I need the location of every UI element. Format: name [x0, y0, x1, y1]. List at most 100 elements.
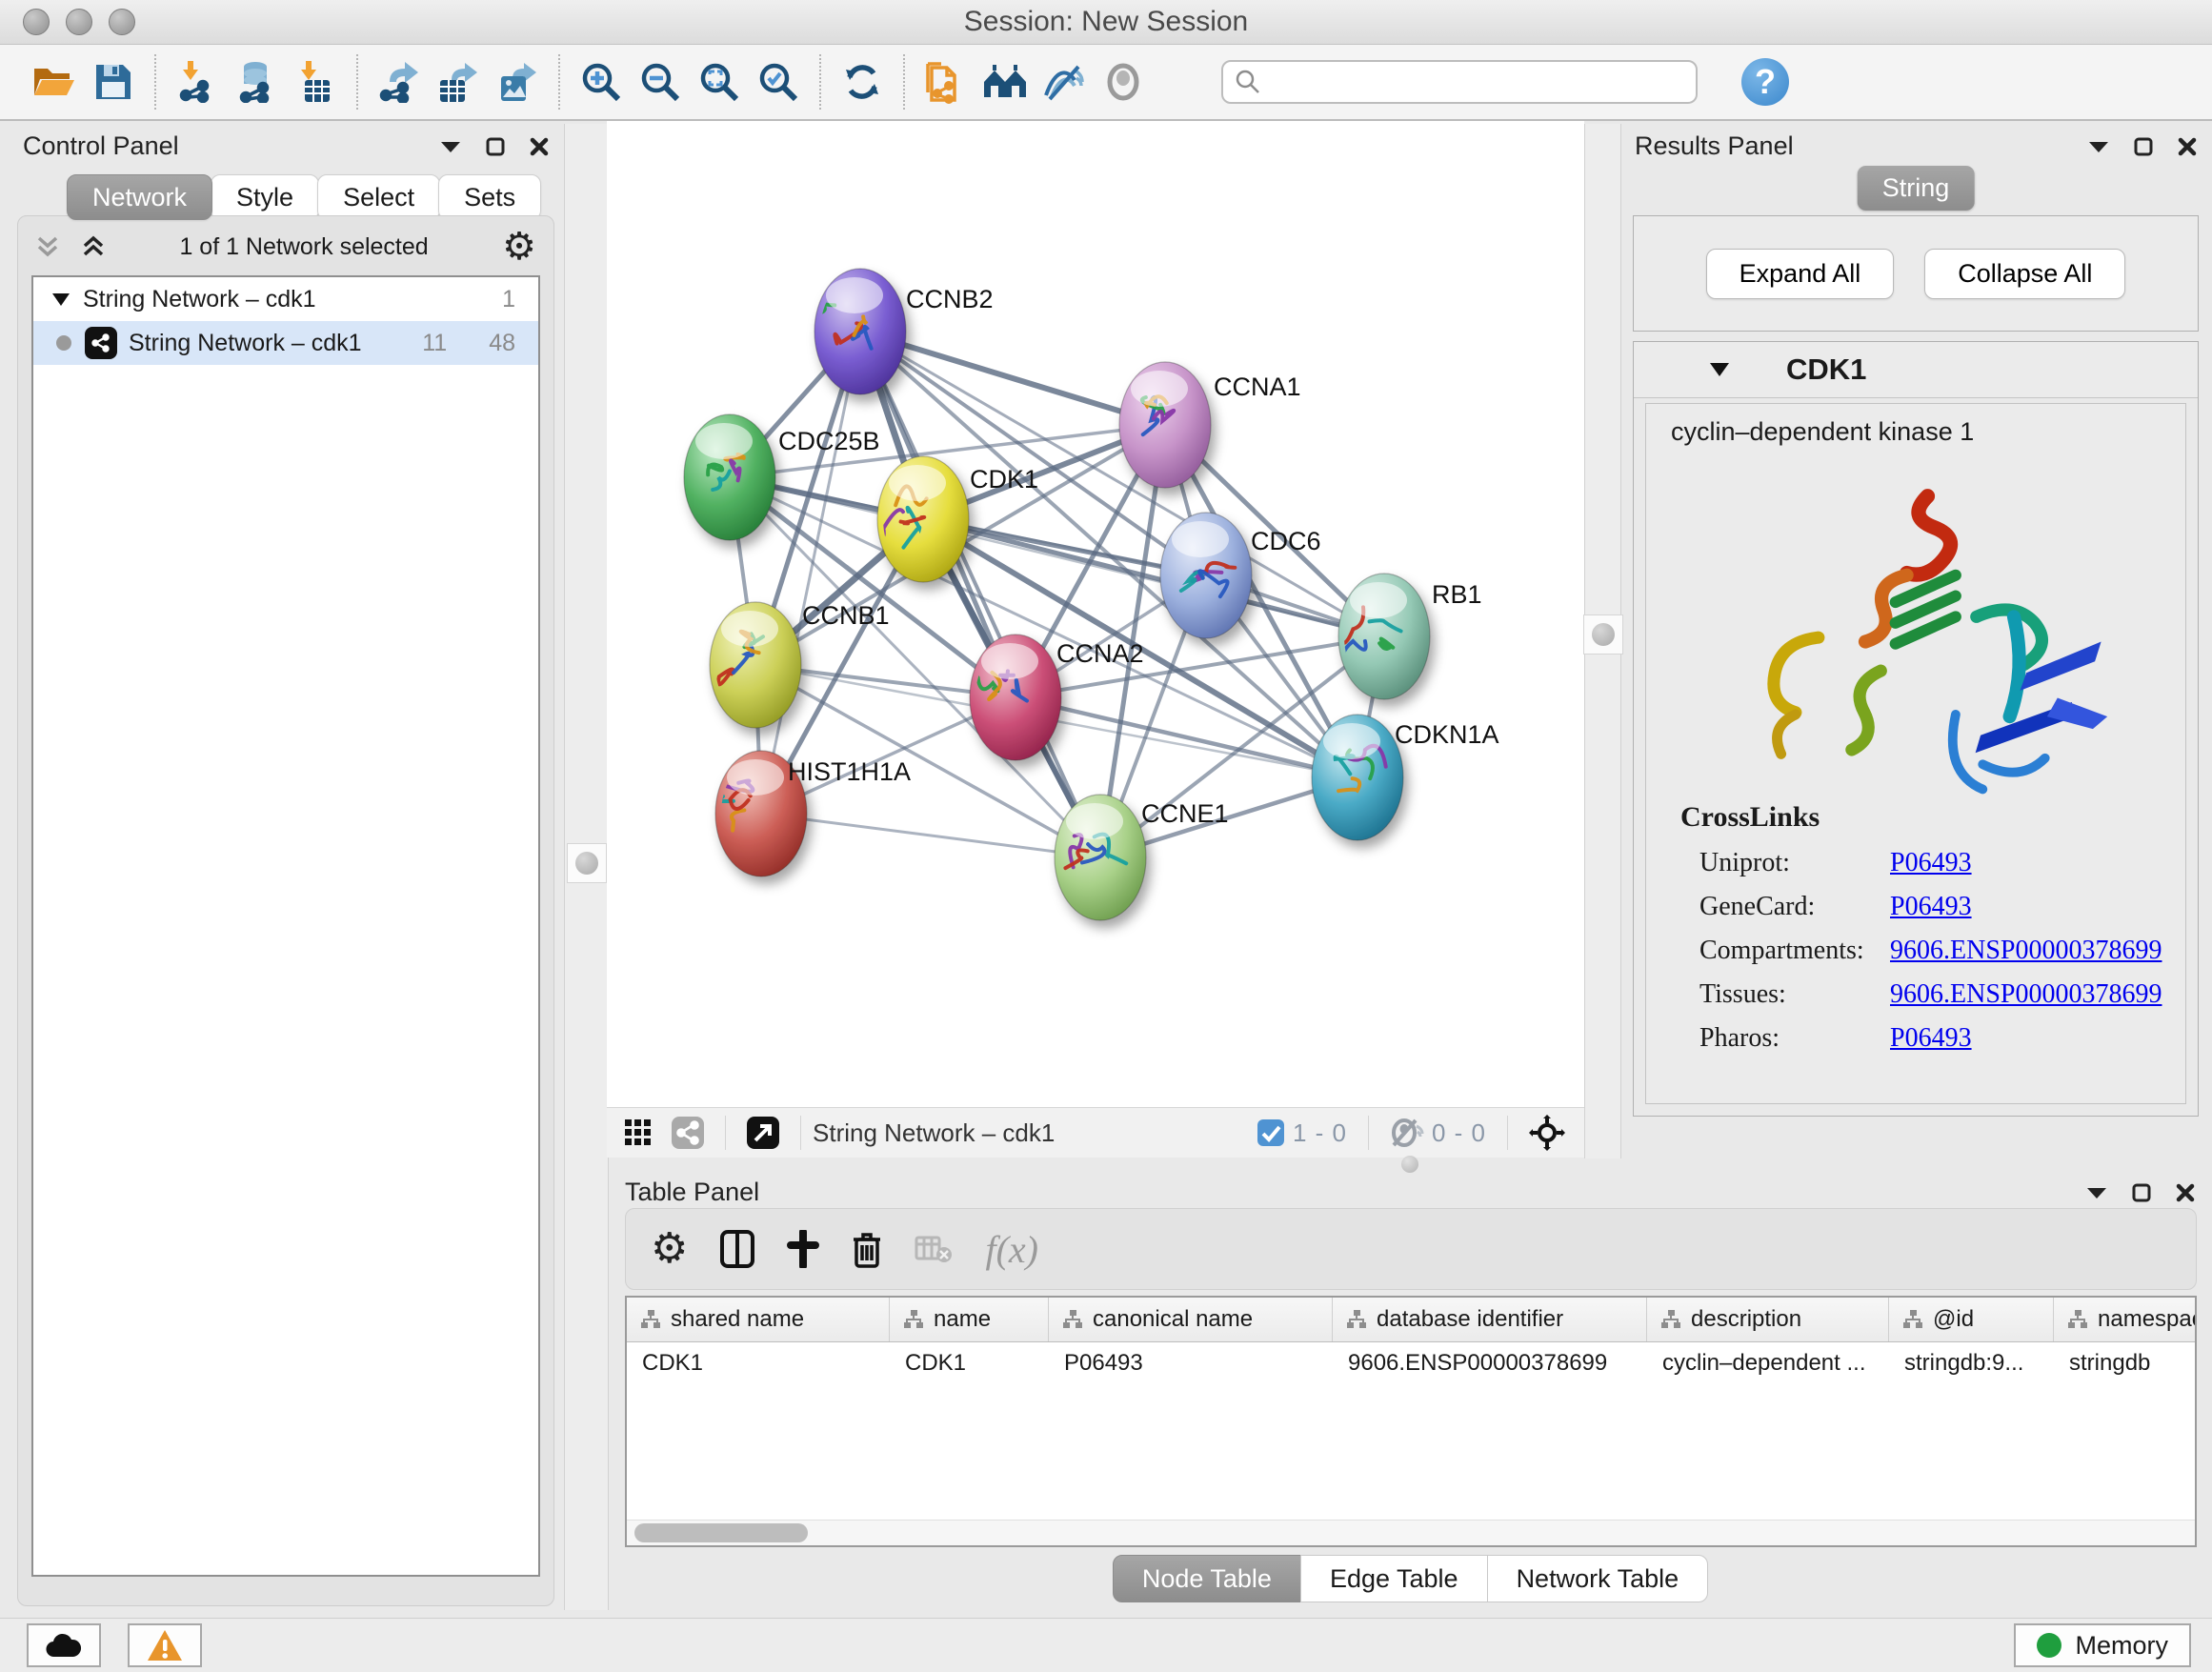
import-network-button[interactable]	[168, 51, 227, 112]
collapse-all-icon[interactable]	[35, 234, 60, 259]
table-splitter[interactable]	[607, 1158, 2212, 1170]
crosslink-link-pharos[interactable]: P06493	[1890, 1023, 1972, 1054]
right-splitter[interactable]	[1584, 124, 1621, 1158]
crosslink-link-uniprot[interactable]: P06493	[1890, 848, 1972, 878]
column-header-4[interactable]: description	[1647, 1298, 1889, 1341]
left-splitter[interactable]	[564, 124, 609, 1610]
node-table[interactable]: shared namenamecanonical namedatabase id…	[625, 1296, 2197, 1547]
import-table-button[interactable]	[286, 51, 345, 112]
panel-close-icon[interactable]	[2178, 137, 2197, 156]
warnings-button[interactable]	[128, 1623, 202, 1667]
table-settings-gear-icon[interactable]: ⚙	[651, 1228, 688, 1270]
network-canvas[interactable]: CCNB2CCNA1CDC25BCDK1CDC6RB1CCNB1CCNA2CDK…	[607, 121, 1584, 1107]
expand-all-icon[interactable]	[81, 234, 106, 259]
selected-nodes-indicator[interactable]: 1 - 0	[1247, 1118, 1357, 1148]
panel-close-icon[interactable]	[2176, 1183, 2195, 1202]
export-network-button[interactable]	[370, 51, 429, 112]
add-column-icon[interactable]	[787, 1230, 819, 1268]
tab-style[interactable]: Style	[211, 174, 319, 220]
import-database-button[interactable]	[227, 51, 286, 112]
zoom-fit-button[interactable]	[690, 51, 749, 112]
network-node-CCNB1[interactable]	[710, 602, 801, 728]
help-button[interactable]: ?	[1741, 58, 1789, 106]
panel-float-icon[interactable]	[2134, 137, 2153, 156]
cell-1[interactable]: CDK1	[890, 1342, 1049, 1384]
columns-icon[interactable]	[720, 1230, 754, 1268]
tab-sets[interactable]: Sets	[438, 174, 541, 220]
open-session-button[interactable]	[25, 51, 84, 112]
panel-close-icon[interactable]	[530, 137, 549, 156]
column-header-5[interactable]: @id	[1889, 1298, 2054, 1341]
tab-network[interactable]: Network	[67, 174, 212, 220]
fit-content-button[interactable]	[1519, 1115, 1575, 1151]
crosslink-link-tissues[interactable]: 9606.ENSP00000378699	[1890, 979, 2162, 1010]
crosslink-link-genecard[interactable]: P06493	[1890, 892, 1972, 922]
left-splitter-handle[interactable]	[567, 843, 607, 883]
network-node-CCNA1[interactable]	[1119, 362, 1211, 488]
column-header-3[interactable]: database identifier	[1333, 1298, 1647, 1341]
column-header-2[interactable]: canonical name	[1049, 1298, 1333, 1341]
network-node-CDC6[interactable]	[1160, 513, 1252, 638]
function-builder-button[interactable]: f(x)	[985, 1227, 1038, 1272]
cell-3[interactable]: 9606.ENSP00000378699	[1333, 1342, 1647, 1384]
cytoscape-window: { "window": { "title": "Session: New Ses…	[0, 0, 2212, 1671]
tab-network-table[interactable]: Network Table	[1487, 1555, 1709, 1602]
network-node-CCNB2[interactable]	[814, 269, 906, 394]
memory-button[interactable]: Memory	[2014, 1623, 2191, 1667]
string-home-button[interactable]	[975, 51, 1035, 112]
cloud-status-button[interactable]	[27, 1623, 101, 1667]
network-collection-label: String Network – cdk1	[83, 286, 316, 313]
column-header-1[interactable]: name	[890, 1298, 1049, 1341]
cell-4[interactable]: cyclin–dependent ...	[1647, 1342, 1889, 1384]
open-in-new-window-button[interactable]	[737, 1117, 789, 1149]
share-network-file-button[interactable]	[916, 51, 975, 112]
network-node-RB1[interactable]	[1338, 574, 1430, 699]
panel-float-icon[interactable]	[2132, 1183, 2151, 1202]
panel-float-icon[interactable]	[486, 137, 505, 156]
expand-all-button[interactable]: Expand All	[1706, 249, 1895, 299]
network-row[interactable]: String Network – cdk1 11 48	[33, 321, 538, 365]
zoom-in-button[interactable]	[572, 51, 631, 112]
show-hide-button[interactable]	[1094, 51, 1153, 112]
network-collection-row[interactable]: String Network – cdk1 1	[33, 277, 538, 321]
delete-column-icon[interactable]	[852, 1230, 882, 1268]
search-input[interactable]	[1261, 67, 1675, 98]
tab-edge-table[interactable]: Edge Table	[1300, 1555, 1488, 1602]
crosslink-link-compartments[interactable]: 9606.ENSP00000378699	[1890, 936, 2162, 966]
birdseye-toggle-button[interactable]	[614, 1118, 662, 1147]
export-table-button[interactable]	[429, 51, 488, 112]
table-row[interactable]: CDK1CDK1P064939606.ENSP00000378699cyclin…	[627, 1342, 2195, 1384]
network-node-CCNE1[interactable]	[1055, 795, 1146, 920]
cell-0[interactable]: CDK1	[627, 1342, 890, 1384]
tab-node-table[interactable]: Node Table	[1113, 1555, 1301, 1602]
right-splitter-handle[interactable]	[1583, 614, 1623, 655]
tab-select[interactable]: Select	[317, 174, 440, 220]
export-image-button[interactable]	[488, 51, 547, 112]
disclosure-triangle-icon[interactable]	[52, 293, 70, 306]
network-options-gear-icon[interactable]: ⚙	[502, 228, 536, 266]
network-node-CDC25B[interactable]	[684, 414, 775, 540]
zoom-out-button[interactable]	[631, 51, 690, 112]
enhance-annotations-button[interactable]	[1035, 51, 1094, 112]
cell-5[interactable]: stringdb:9...	[1889, 1342, 2054, 1384]
cell-6[interactable]: stringdb	[2054, 1342, 2197, 1384]
panel-menu-icon[interactable]	[2088, 140, 2109, 153]
network-node-CDK1[interactable]	[877, 456, 969, 582]
hidden-nodes-indicator[interactable]: 0 - 0	[1380, 1118, 1496, 1148]
entry-disclosure-icon[interactable]	[1710, 363, 1729, 376]
scrollbar-thumb[interactable]	[634, 1523, 808, 1542]
panel-menu-icon[interactable]	[2086, 1186, 2107, 1199]
network-node-CCNA2[interactable]	[970, 635, 1061, 760]
column-header-6[interactable]: namespace	[2054, 1298, 2197, 1341]
table-horizontal-scrollbar[interactable]	[627, 1520, 2195, 1545]
cell-2[interactable]: P06493	[1049, 1342, 1333, 1384]
network-badge-button[interactable]	[662, 1117, 714, 1149]
panel-menu-icon[interactable]	[440, 140, 461, 153]
zoom-selected-button[interactable]	[749, 51, 808, 112]
refresh-view-button[interactable]	[833, 51, 892, 112]
save-session-button[interactable]	[84, 51, 143, 112]
network-node-CDKN1A[interactable]	[1312, 715, 1403, 840]
collapse-all-button[interactable]: Collapse All	[1924, 249, 2125, 299]
column-header-0[interactable]: shared name	[627, 1298, 890, 1341]
tab-string[interactable]: String	[1858, 166, 1975, 211]
